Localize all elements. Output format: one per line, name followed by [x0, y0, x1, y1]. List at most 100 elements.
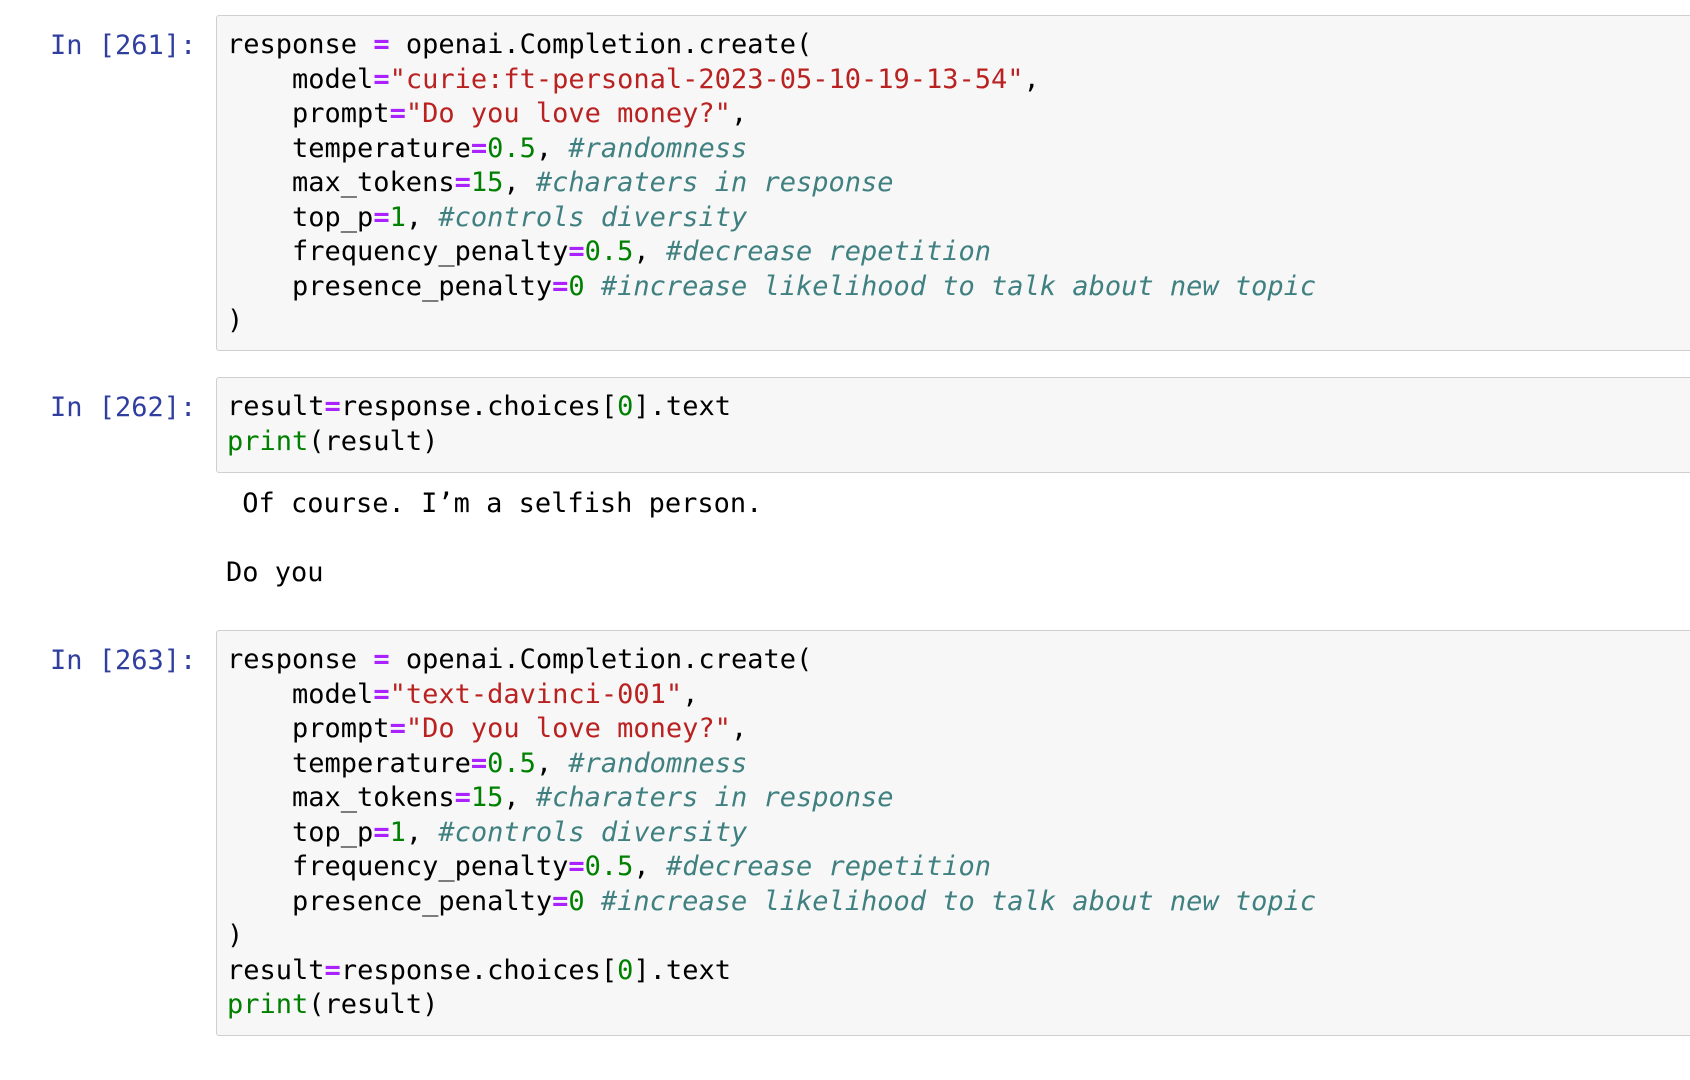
code-line: frequency_penalty=0.5, #decrease repetit…: [227, 235, 1316, 270]
code-token-text: ,: [1023, 63, 1040, 95]
code-token-text: ,: [503, 782, 536, 813]
code-token-text: ,: [730, 713, 748, 744]
code-token-text: model: [227, 678, 374, 710]
code-token-text: temperature: [227, 747, 471, 779]
code-line: max_tokens=15, #charaters in response: [227, 781, 1316, 816]
code-token-operator: =: [552, 270, 569, 302]
code-token-text: prompt: [227, 98, 390, 129]
code-token-text: ].text: [633, 391, 731, 422]
code-token-text: ,: [535, 747, 569, 779]
code-token-comment: #controls diversity: [438, 816, 748, 848]
cell-output: Of course. I’m a selfish person. Do you: [226, 487, 762, 591]
code-token-string: "Do you love money?": [405, 98, 731, 129]
code-token-text: response: [227, 644, 374, 675]
code-token-text: ): [227, 305, 244, 336]
code-token-operator: =: [470, 132, 488, 164]
code-token-comment: #increase likelihood to talk about new t…: [600, 885, 1317, 917]
code-token-operator: =: [324, 954, 341, 986]
code-token-builtin: print: [227, 425, 309, 457]
code-editor[interactable]: result=response.choices[0].text print(res…: [216, 377, 1690, 473]
code-token-text: (result): [308, 425, 439, 457]
code-token-text: ): [227, 920, 244, 951]
output-line: Do you: [226, 557, 324, 588]
code-token-text: top_p: [227, 816, 374, 848]
code-token-text: prompt: [227, 713, 390, 744]
code-block: response = openai.Completion.create( mod…: [227, 28, 1316, 339]
code-line: top_p=1, #controls diversity: [227, 201, 1316, 236]
code-token-text: result: [227, 954, 325, 986]
code-token-text: frequency_penalty: [227, 236, 569, 267]
code-token-comment: #randomness: [568, 747, 748, 779]
code-token-number: 15: [470, 782, 504, 813]
cell-prompt: In [262]:: [50, 392, 197, 423]
code-token-text: ,: [633, 236, 666, 267]
code-token-operator: =: [373, 644, 390, 675]
code-token-comment: #increase likelihood to talk about new t…: [600, 270, 1317, 302]
code-token-text: openai.Completion.create(: [389, 644, 813, 675]
code-token-text: ,: [405, 816, 439, 848]
code-token-number: 1: [389, 201, 406, 233]
code-token-operator: =: [373, 201, 390, 233]
code-token-text: max_tokens: [227, 167, 455, 198]
code-line: result=response.choices[0].text: [227, 390, 731, 425]
cell-prompt: In [261]:: [50, 30, 197, 61]
code-token-text: model: [227, 63, 374, 95]
code-token-text: temperature: [227, 132, 471, 164]
code-line: presence_penalty=0 #increase likelihood …: [227, 885, 1316, 920]
code-token-text: response: [227, 29, 374, 60]
code-token-comment: #randomness: [568, 132, 748, 164]
code-line: response = openai.Completion.create(: [227, 643, 1316, 678]
code-token-number: 0.5: [487, 747, 536, 779]
code-token-number: 0.5: [487, 132, 536, 164]
code-token-number: 0: [617, 391, 634, 422]
code-token-text: presence_penalty: [227, 885, 553, 917]
code-token-number: 0.5: [584, 851, 634, 882]
code-token-text: ,: [503, 167, 536, 198]
code-token-text: ].text: [633, 954, 731, 986]
code-line: presence_penalty=0 #increase likelihood …: [227, 270, 1316, 305]
code-editor[interactable]: response = openai.Completion.create( mod…: [216, 630, 1690, 1036]
code-token-comment: #controls diversity: [438, 201, 748, 233]
code-token-text: ,: [730, 98, 748, 129]
code-block: result=response.choices[0].text print(res…: [227, 390, 731, 459]
code-token-operator: =: [324, 391, 341, 422]
code-token-comment: #charaters in response: [535, 167, 894, 198]
code-token-text: top_p: [227, 201, 374, 233]
code-line: frequency_penalty=0.5, #decrease repetit…: [227, 850, 1316, 885]
code-token-text: frequency_penalty: [227, 851, 569, 882]
code-line: max_tokens=15, #charaters in response: [227, 166, 1316, 201]
code-token-text: ,: [535, 132, 569, 164]
code-token-operator: =: [373, 678, 390, 710]
code-token-number: 0: [568, 270, 585, 302]
code-token-operator: =: [568, 851, 585, 882]
code-token-builtin: print: [227, 989, 309, 1020]
code-token-operator: =: [470, 747, 488, 779]
code-token-operator: =: [552, 885, 569, 917]
code-token-operator: =: [373, 816, 390, 848]
code-token-comment: #charaters in response: [535, 782, 894, 813]
code-line: model="curie:ft-personal-2023-05-10-19-1…: [227, 63, 1316, 98]
code-line: result=response.choices[0].text: [227, 954, 1316, 989]
code-line: ): [227, 304, 1316, 339]
code-token-operator: =: [454, 167, 471, 198]
code-token-comment: #decrease repetition: [665, 851, 992, 882]
code-block: response = openai.Completion.create( mod…: [227, 643, 1316, 1023]
code-token-number: 0.5: [584, 236, 634, 267]
code-token-text: presence_penalty: [227, 270, 553, 302]
code-token-text: ,: [405, 201, 439, 233]
code-token-text: max_tokens: [227, 782, 455, 813]
code-line: print(result): [227, 988, 1316, 1023]
code-token-operator: =: [389, 713, 406, 744]
code-token-operator: =: [373, 29, 390, 60]
code-token-string: "Do you love money?": [405, 713, 731, 744]
code-token-text: openai.Completion.create(: [389, 29, 813, 60]
code-token-text: result: [227, 391, 325, 422]
cell-prompt: In [263]:: [50, 645, 197, 676]
code-line: temperature=0.5, #randomness: [227, 747, 1316, 782]
code-line: response = openai.Completion.create(: [227, 28, 1316, 63]
code-editor[interactable]: response = openai.Completion.create( mod…: [216, 15, 1690, 351]
code-line: prompt="Do you love money?",: [227, 97, 1316, 132]
